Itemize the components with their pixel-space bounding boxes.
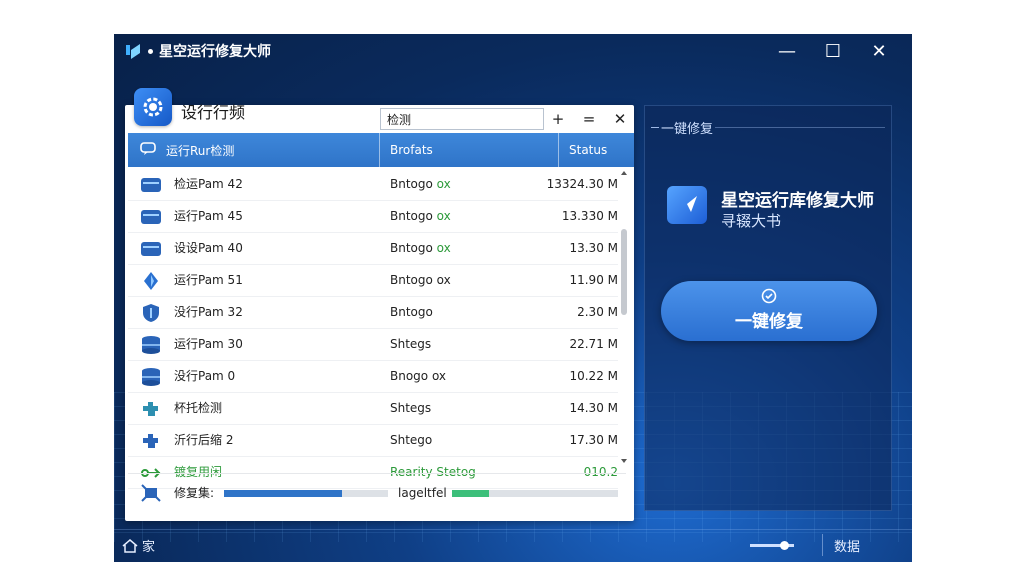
repair-label: 修复集:: [174, 486, 215, 500]
list-item[interactable]: 沂行后缩 2 Shtego 17.30 M: [128, 425, 618, 457]
column-header-status[interactable]: Status: [558, 133, 625, 167]
status-bar: 家 数据: [114, 529, 912, 562]
table-header: 运行Rur检测 Brofats Status: [128, 133, 634, 167]
list-item[interactable]: 设设Pam 40 Bntogo ox 13.30 M: [128, 233, 618, 265]
scrollbar-thumb[interactable]: [621, 229, 627, 315]
list-scrollbar[interactable]: [620, 169, 628, 465]
list-item[interactable]: 运行Pam 30 Shtegs 22.71 M: [128, 329, 618, 361]
repair-progress-footer: 修复集: lageltfel: [128, 473, 626, 512]
zoom-slider[interactable]: [750, 541, 794, 550]
add-button[interactable]: +: [546, 108, 570, 130]
shield-icon: [140, 303, 162, 323]
header-rule: [651, 127, 659, 128]
maximize-button[interactable]: ☐: [810, 41, 856, 62]
list-item[interactable]: 没行Pam 0 Bnogo ox 10.22 M: [128, 361, 618, 393]
side-panel: 一键修复 星空运行库修复大师 寻辍大书 一键修复: [644, 105, 892, 511]
one-click-repair-button[interactable]: 一键修复: [661, 281, 877, 341]
home-button[interactable]: 家: [122, 536, 155, 555]
drive-icon: [140, 207, 162, 227]
minimize-button[interactable]: —: [764, 41, 810, 62]
panel-close-button[interactable]: ✕: [608, 108, 632, 130]
column-header-name[interactable]: 运行Rur检测: [140, 133, 234, 167]
column-header-brofats[interactable]: Brofats: [379, 133, 433, 167]
app-logo-icon: [124, 42, 142, 60]
one-click-repair-label: 一键修复: [735, 312, 803, 332]
side-header: 一键修复: [661, 122, 714, 137]
list-item[interactable]: 运行Pam 51 Bntogo ox 11.90 M: [128, 265, 618, 297]
tool-icon: [140, 483, 162, 506]
diamond-icon: [140, 271, 162, 291]
scroll-up-icon[interactable]: [620, 169, 628, 177]
secondary-progress-bar: [452, 490, 618, 497]
secondary-progress-fill: [452, 490, 489, 497]
chat-icon: [140, 141, 156, 159]
brand-subtitle: 寻辍大书: [721, 212, 782, 230]
progress-mid-label: lageltfel: [398, 486, 447, 500]
database-icon: [140, 335, 162, 355]
scroll-down-icon[interactable]: [620, 457, 628, 465]
puzzle-icon: [140, 431, 162, 451]
database-icon: [140, 367, 162, 387]
puzzle-icon: [140, 399, 162, 419]
list-item[interactable]: 运行Pam 45 Bntogo ox 13.330 M: [128, 201, 618, 233]
status-divider: [822, 534, 823, 556]
home-icon: [122, 538, 138, 553]
repair-progress-fill: [224, 490, 343, 497]
process-list: 检运Pam 42 Bntogo ox 13324.30 M 运行Pam 45 B…: [128, 169, 618, 489]
menu-button[interactable]: =: [577, 108, 601, 130]
data-label[interactable]: 数据: [834, 536, 860, 555]
home-label: 家: [142, 540, 156, 555]
list-item[interactable]: 杯托检测 Shtegs 14.30 M: [128, 393, 618, 425]
list-item[interactable]: 检运Pam 42 Bntogo ox 13324.30 M: [128, 169, 618, 201]
header-rule-2: [715, 127, 885, 128]
brand-logo-icon: [667, 186, 707, 224]
runtime-panel: 设行行频 检测 + = ✕ 运行Rur检测 Brofats Status 检运P…: [125, 88, 634, 521]
drive-icon: [140, 239, 162, 259]
app-title: 星空运行修复大师: [159, 44, 271, 60]
panel-title: 设行行频: [181, 103, 246, 122]
title-bar: 星空运行修复大师 — ☐ ✕: [114, 34, 912, 68]
settings-gear-icon: [134, 88, 172, 126]
close-button[interactable]: ✕: [856, 41, 902, 62]
repair-progress-bar: [224, 490, 388, 497]
check-circle-icon: [761, 288, 777, 304]
drive-icon: [140, 175, 162, 195]
search-input[interactable]: 检测: [380, 108, 544, 130]
app-window: 星空运行修复大师 — ☐ ✕ 设行行频 检测 + = ✕ 运行Rur检测 Bro…: [114, 34, 912, 562]
brand-title: 星空运行库修复大师: [721, 191, 874, 211]
title-dot: [148, 48, 153, 54]
column-header-name-label: 运行Rur检测: [166, 143, 235, 158]
window-controls: — ☐ ✕: [764, 34, 902, 68]
slider-knob[interactable]: [780, 541, 789, 550]
list-item[interactable]: 没行Pam 32 Bntogo 2.30 M: [128, 297, 618, 329]
